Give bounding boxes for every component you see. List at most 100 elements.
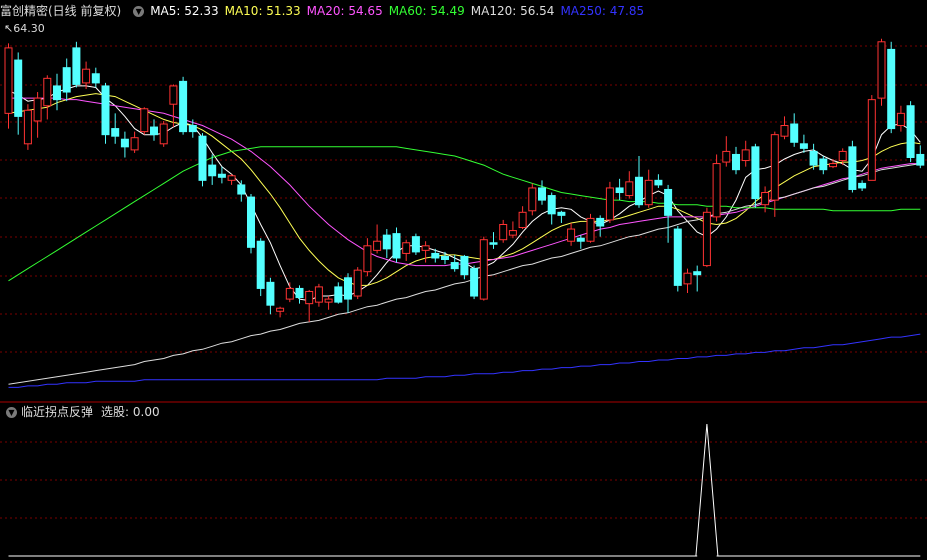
candle-body (528, 187, 537, 212)
ma120-value: MA120: 56.54 (470, 4, 555, 18)
candle (887, 41, 896, 134)
candle (470, 265, 479, 300)
candle-body (557, 211, 566, 216)
candle-body (751, 146, 760, 200)
candle (353, 267, 362, 300)
candle (664, 184, 673, 243)
candle (373, 224, 382, 254)
candle (285, 282, 294, 303)
candle-body (217, 173, 226, 178)
candle (169, 84, 178, 128)
candle-body (654, 179, 663, 186)
candle-body (838, 150, 847, 162)
chevron-down-icon[interactable]: ▼ (6, 407, 17, 418)
chevron-down-icon[interactable]: ▼ (133, 6, 145, 17)
candle-body (169, 85, 178, 105)
candle-body (809, 150, 818, 166)
candle (4, 43, 13, 129)
candle (237, 180, 246, 202)
candle-body (799, 143, 808, 149)
candle (586, 213, 595, 243)
candle-body (499, 223, 508, 241)
candle-body (848, 146, 857, 190)
candle-body (402, 242, 411, 254)
candle (479, 236, 488, 301)
candle-body (140, 108, 149, 133)
indicator-panel (8, 423, 921, 557)
candle (683, 268, 692, 293)
candle-body (819, 158, 828, 171)
candle-body (62, 67, 71, 93)
candle-body (770, 134, 779, 201)
candle-body (906, 105, 915, 158)
candle (518, 206, 527, 230)
candle (198, 133, 207, 187)
candle (819, 155, 828, 175)
candle-body (518, 211, 527, 229)
candle (644, 169, 653, 208)
candle-body (227, 175, 236, 181)
candle-body (867, 99, 876, 181)
candle-body (33, 97, 42, 122)
candle (392, 227, 401, 263)
candle-body (392, 233, 401, 259)
candle-body (256, 240, 265, 289)
candle-body (120, 138, 129, 148)
candle (499, 219, 508, 243)
candle-body (324, 298, 333, 303)
candle (906, 101, 915, 163)
candle-body (460, 255, 469, 276)
candle (62, 58, 71, 102)
candle-body (790, 123, 799, 143)
candle-body (53, 85, 61, 101)
candle (33, 92, 42, 138)
candle (450, 254, 459, 272)
candle-body (635, 176, 643, 206)
candle (120, 131, 129, 158)
candlesticks (4, 38, 925, 322)
indicator-title: 临近拐点反弹 (21, 405, 94, 419)
candle-body (334, 286, 343, 303)
candle (625, 171, 634, 199)
candle-body (130, 137, 139, 151)
candle (508, 221, 517, 239)
candle-body (508, 230, 517, 236)
candle-body (159, 123, 168, 145)
candle (382, 229, 391, 258)
candle (344, 273, 352, 313)
candle (72, 41, 81, 88)
candle (314, 283, 323, 307)
candle-body (916, 153, 925, 166)
candle-body (673, 228, 682, 286)
candle (295, 285, 304, 304)
candle-body (780, 125, 789, 137)
candle-body (615, 187, 624, 194)
indicator-value: 选股: 0.00 (101, 405, 160, 419)
candle-body (712, 163, 721, 218)
high-price-value: 64.30 (13, 22, 45, 35)
candle-body (111, 128, 120, 137)
candle (858, 180, 867, 191)
candle-body (179, 80, 188, 133)
candle-body (363, 245, 372, 273)
ma20-value: MA20: 54.65 (306, 4, 383, 18)
candle (751, 143, 760, 208)
candle (159, 120, 168, 147)
candle (266, 277, 275, 315)
candle (596, 215, 605, 237)
candle (179, 76, 188, 135)
candle-body (150, 126, 158, 136)
line-ma250 (8, 333, 921, 388)
candle-body (829, 163, 837, 168)
candle-body (72, 47, 81, 85)
candle (722, 136, 731, 167)
candle (101, 82, 110, 144)
candle-body (761, 192, 770, 206)
ma60-value: MA60: 54.49 (388, 4, 465, 18)
candle-body (237, 184, 246, 195)
ma5-value: MA5: 52.33 (150, 4, 219, 18)
candle (790, 113, 799, 147)
candle-body (314, 286, 323, 303)
kline-chart[interactable] (0, 0, 927, 560)
candle (276, 306, 285, 318)
